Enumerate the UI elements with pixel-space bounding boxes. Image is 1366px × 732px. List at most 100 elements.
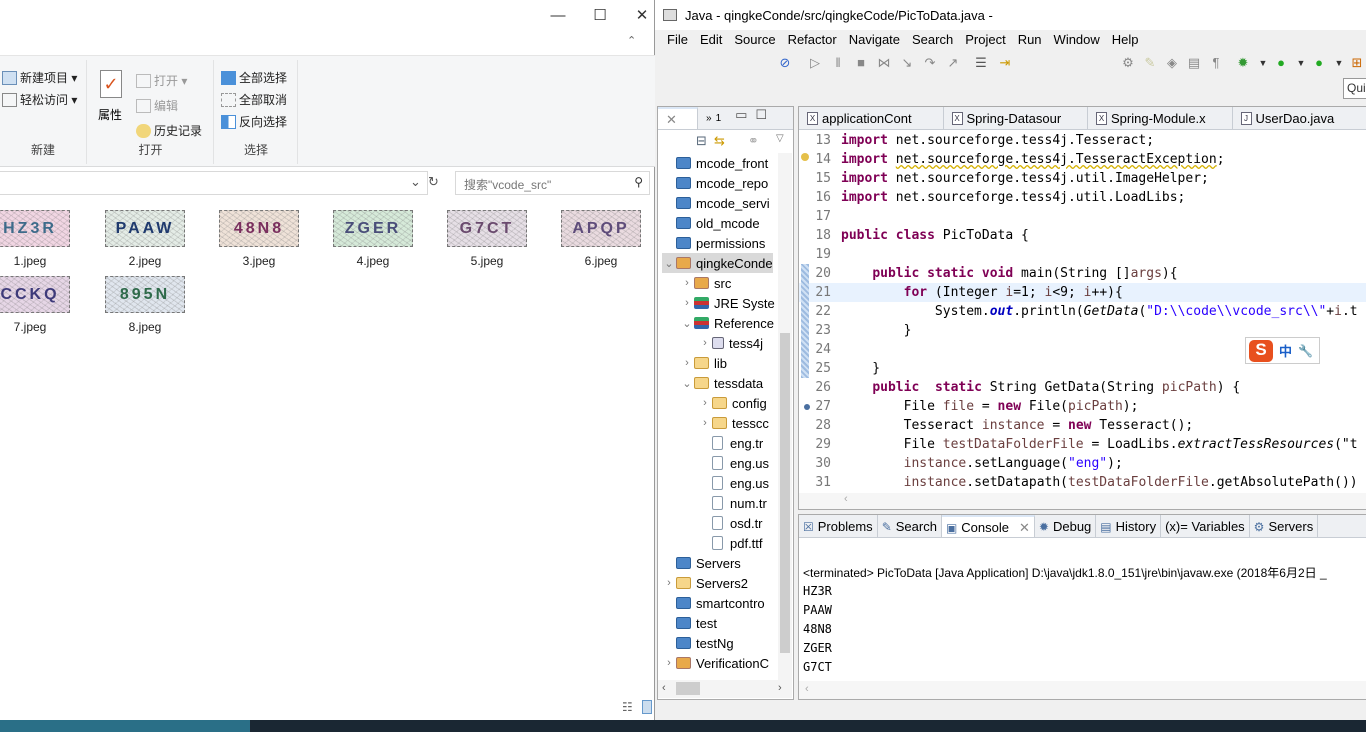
tree-item[interactable]: › lib (680, 353, 727, 373)
tree-item[interactable]: num.tr (698, 493, 767, 513)
tree-item[interactable]: osd.tr (698, 513, 763, 533)
ime-mode-indicator[interactable]: 中 (1279, 341, 1292, 360)
expand-toggle-icon[interactable]: ⌄ (680, 317, 694, 330)
file-name[interactable]: 5.jpeg (447, 254, 527, 268)
tree-item[interactable]: test (662, 613, 717, 633)
tree-item[interactable]: eng.us (698, 473, 769, 493)
external-tools-icon[interactable]: ● (1311, 55, 1327, 71)
menu-edit[interactable]: Edit (694, 30, 728, 50)
edit-button[interactable]: 编辑 (136, 97, 178, 114)
tree-item[interactable]: mcode_repo (662, 173, 768, 193)
tree-item[interactable]: pdf.ttf (698, 533, 763, 553)
properties-icon[interactable]: ✓ (100, 70, 122, 98)
tab-history[interactable]: ▤ History (1096, 515, 1162, 537)
link-with-editor-icon[interactable]: ⇆ (714, 133, 725, 149)
file-thumbnail[interactable]: 48N8 (219, 210, 299, 247)
tab-problems[interactable]: ☒ Problems (799, 515, 878, 537)
address-bar[interactable] (0, 171, 428, 195)
file-thumbnail[interactable]: HZ3R (0, 210, 70, 247)
tab-console[interactable]: ▣ Console ✕ (941, 515, 1035, 537)
details-view-icon[interactable]: ☷ (622, 700, 633, 714)
file-thumbnail[interactable]: 895N (105, 276, 185, 313)
step-into-icon[interactable]: ↘ (899, 55, 915, 71)
editor-tab[interactable]: J UserDao.java (1233, 107, 1366, 129)
focus-icon[interactable]: ⚭ (748, 133, 759, 149)
code-editor[interactable]: 13 import net.sourceforge.tess4j.Tesserac… (799, 131, 1366, 493)
refresh-icon[interactable]: ↻ (428, 174, 439, 190)
tree-item[interactable]: smartcontro (662, 593, 765, 613)
menu-file[interactable]: File (661, 30, 694, 50)
terminate-icon[interactable]: ■ (853, 55, 869, 71)
properties-button[interactable]: 属性 (98, 106, 122, 123)
expand-toggle-icon[interactable]: › (662, 657, 676, 669)
expand-toggle-icon[interactable]: › (698, 337, 712, 349)
maximize-button[interactable]: ☐ (580, 4, 620, 28)
new-wizard-icon[interactable]: ⊞ (1349, 55, 1365, 71)
tab-servers[interactable]: ⚙ Servers (1250, 515, 1319, 537)
close-icon[interactable]: ✕ (666, 112, 677, 128)
tree-item[interactable]: › Servers2 (662, 573, 748, 593)
file-name[interactable]: 4.jpeg (333, 254, 413, 268)
new-item-button[interactable]: 新建项目 ▾ (2, 69, 77, 86)
address-dropdown-icon[interactable]: ⌄ (410, 174, 421, 190)
tree-item[interactable]: › src (680, 273, 731, 293)
menu-navigate[interactable]: Navigate (843, 30, 906, 50)
file-thumbnail[interactable]: APQP (561, 210, 641, 247)
show-whitespace-icon[interactable]: ¶ (1208, 55, 1224, 71)
menu-project[interactable]: Project (959, 30, 1011, 50)
tab-debug[interactable]: ✹ Debug (1035, 515, 1097, 537)
tree-item[interactable]: mcode_servi (662, 193, 770, 213)
easy-access-button[interactable]: 轻松访问 ▾ (2, 91, 77, 108)
editor-tab[interactable]: X Spring-Module.x (1088, 107, 1233, 129)
console-output[interactable]: <terminated> PicToData [Java Application… (799, 539, 1366, 683)
file-name[interactable]: 6.jpeg (561, 254, 641, 268)
expand-toggle-icon[interactable]: › (698, 397, 712, 409)
expand-toggle-icon[interactable]: › (680, 357, 694, 369)
skip-breakpoints-icon[interactable]: ⊘ (777, 55, 793, 71)
select-none-button[interactable]: 全部取消 (221, 91, 287, 108)
menu-run[interactable]: Run (1012, 30, 1048, 50)
console-horizontal-scrollbar[interactable]: ‹ (799, 681, 1366, 699)
select-all-button[interactable]: 全部选择 (221, 69, 287, 86)
tree-item[interactable]: ⌄ qingkeConde (662, 253, 773, 273)
mark-occurrences-icon[interactable]: ✎ (1142, 55, 1158, 71)
file-name[interactable]: 8.jpeg (105, 320, 185, 334)
file-name[interactable]: 7.jpeg (0, 320, 70, 334)
taskbar-active-item[interactable] (0, 720, 250, 732)
run-icon[interactable]: ● (1273, 55, 1289, 71)
step-return-icon[interactable]: ↗ (945, 55, 961, 71)
close-icon[interactable]: ✕ (1019, 520, 1030, 536)
tree-item[interactable]: › JRE Syste (680, 293, 775, 313)
tree-item[interactable]: › tess4j (698, 333, 763, 353)
collapse-ribbon-icon[interactable]: ⌃ (627, 34, 636, 47)
tree-item[interactable]: testNg (662, 633, 734, 653)
expand-toggle-icon[interactable]: › (698, 417, 712, 429)
file-thumbnail[interactable]: PAAW (105, 210, 185, 247)
tree-item[interactable]: ⌄ tessdata (680, 373, 763, 393)
thumbnail-view-icon[interactable] (642, 700, 652, 714)
suspend-icon[interactable]: ‖ (830, 55, 846, 71)
step-over-icon[interactable]: ↷ (922, 55, 938, 71)
use-step-filters-icon[interactable]: ⇥ (997, 55, 1013, 71)
menu-search[interactable]: Search (906, 30, 959, 50)
minimize-button[interactable]: — (538, 4, 578, 28)
tab-xvariables[interactable]: (x)= Variables (1161, 515, 1250, 537)
file-name[interactable]: 1.jpeg (0, 254, 70, 268)
scrollbar-thumb[interactable] (780, 333, 790, 653)
debug-dropdown-icon[interactable]: ▼ (1255, 55, 1271, 71)
expand-toggle-icon[interactable]: › (662, 577, 676, 589)
tree-item[interactable]: mcode_front (662, 153, 768, 173)
file-name[interactable]: 2.jpeg (105, 254, 185, 268)
tree-item[interactable]: › config (698, 393, 767, 413)
editor-tab[interactable]: XapplicationCont (799, 107, 944, 129)
expand-toggle-icon[interactable]: › (680, 297, 694, 309)
annotation-icon[interactable]: ◈ (1164, 55, 1180, 71)
history-button[interactable]: 历史记录 (136, 122, 202, 139)
expand-toggle-icon[interactable]: › (680, 277, 694, 289)
maximize-icon[interactable]: ☐ (755, 107, 767, 129)
open-button[interactable]: 打开 ▾ (136, 72, 187, 89)
disconnect-icon[interactable]: ⋈ (876, 55, 892, 71)
drop-frame-icon[interactable]: ☰ (973, 55, 989, 71)
collapse-all-icon[interactable]: ⊟ (696, 133, 707, 149)
minimize-icon[interactable]: ▭ (735, 107, 747, 129)
